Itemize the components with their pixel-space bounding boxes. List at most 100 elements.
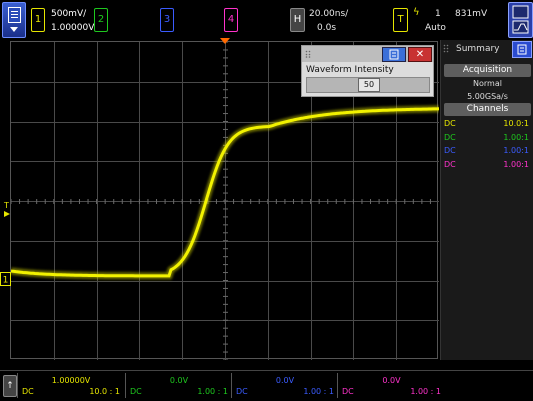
axis-tick: [223, 49, 228, 51]
trigger-mode[interactable]: Auto: [425, 23, 446, 33]
intensity-value[interactable]: 50: [358, 78, 380, 92]
summary-channel-probe: 10.0:1: [503, 119, 529, 128]
summary-menu-button[interactable]: [512, 41, 532, 58]
summary-title: Summary: [456, 44, 500, 54]
axis-tick: [11, 199, 12, 204]
channel-coupling: DC: [22, 387, 34, 396]
channel-probe-ratio: 1.00 : 1: [303, 387, 334, 396]
trigger-level-label: T: [4, 201, 9, 210]
channel-probe-ratio: 10.0 : 1: [89, 387, 120, 396]
acquisition-header[interactable]: Acquisition: [444, 64, 531, 77]
top-status-bar: [0, 0, 533, 40]
axis-tick: [223, 128, 228, 130]
axis-tick: [310, 199, 312, 204]
axis-tick: [181, 199, 183, 204]
channel-1-scale[interactable]: 500mV/: [51, 9, 86, 19]
channel-coupling: DC: [342, 387, 354, 396]
summary-channel-probe: 1.00:1: [503, 132, 529, 142]
axis-tick: [301, 199, 303, 204]
dialog-menu-button[interactable]: [382, 47, 406, 62]
axis-tick: [223, 272, 228, 274]
trigger-source[interactable]: 1: [435, 9, 441, 19]
horizontal-badge[interactable]: H: [290, 8, 305, 32]
axis-tick: [19, 199, 21, 204]
axis-tick: [223, 81, 228, 83]
trigger-level-marker[interactable]: [3, 210, 11, 218]
trigger-badge[interactable]: T: [393, 8, 408, 32]
axis-tick: [44, 199, 46, 204]
axis-tick: [121, 199, 123, 204]
channel-1-ground-marker[interactable]: 1: [0, 272, 11, 286]
channel-1-info-cell[interactable]: 1.00000V DC 10.0 : 1: [17, 373, 124, 398]
axis-tick: [138, 199, 140, 204]
channel-probe-ratio: 1.00 : 1: [410, 387, 441, 396]
channel-4-badge[interactable]: 4: [224, 8, 238, 32]
channel-2-info-cell[interactable]: 0.0V DC 1.00 : 1: [125, 373, 232, 398]
acquisition-mode: Normal: [473, 79, 502, 88]
axis-tick: [233, 199, 235, 204]
axis-tick: [223, 136, 228, 138]
summary-channel-coupling: DC: [444, 132, 456, 142]
channel-offset: 0.0V: [275, 376, 295, 385]
horizontal-delay[interactable]: 0.0s: [317, 23, 336, 33]
axis-tick: [223, 160, 228, 162]
axis-tick: [223, 224, 228, 226]
axis-tick: [156, 199, 158, 204]
axis-tick: [404, 199, 406, 204]
axis-tick: [223, 359, 228, 360]
expand-bottom-button[interactable]: ↑: [3, 375, 17, 397]
axis-tick: [223, 335, 228, 337]
channel-1-badge[interactable]: 1: [31, 8, 45, 32]
trigger-level[interactable]: 831mV: [455, 9, 487, 19]
display-settings-button[interactable]: [508, 2, 533, 38]
channels-header[interactable]: Channels: [444, 103, 531, 116]
chevron-down-icon: [10, 27, 18, 32]
axis-tick: [147, 199, 149, 204]
channel-1-offset[interactable]: 1.00000V: [51, 23, 94, 33]
channel-coupling: DC: [130, 387, 142, 396]
timebase-value[interactable]: 20.00ns/: [309, 9, 348, 19]
axis-tick: [27, 199, 29, 204]
axis-tick: [267, 199, 269, 204]
axis-tick: [173, 199, 175, 204]
axis-tick: [36, 199, 38, 204]
axis-tick: [215, 199, 217, 204]
axis-tick: [223, 184, 228, 186]
sample-rate: 5.00GSa/s: [467, 92, 508, 101]
axis-tick: [223, 168, 228, 170]
axis-tick: [223, 319, 228, 321]
close-button[interactable]: ✕: [408, 47, 432, 62]
drag-handle-icon: [305, 50, 311, 58]
axis-tick: [250, 199, 252, 204]
axis-tick: [87, 199, 89, 204]
summary-panel: Summary Acquisition Normal 5.00GSa/s Cha…: [440, 40, 533, 360]
channel-3-badge[interactable]: 3: [160, 8, 174, 32]
channel-3-info-cell[interactable]: 0.0V DC 1.00 : 1: [231, 373, 338, 398]
axis-tick: [223, 73, 228, 75]
axis-tick: [223, 287, 228, 289]
axis-tick: [352, 199, 354, 204]
axis-tick: [292, 199, 294, 204]
axis-tick: [223, 280, 228, 281]
channel-offset: 0.0V: [169, 376, 189, 385]
channel-4-info-cell[interactable]: 0.0V DC 1.00 : 1: [337, 373, 445, 398]
rising-edge-icon: ϟ: [413, 7, 420, 18]
channel-offset: 1.00000V: [51, 376, 91, 385]
axis-tick: [223, 121, 228, 122]
axis-tick: [361, 199, 363, 204]
axis-tick: [198, 199, 200, 204]
arrow-up-icon: ↑: [6, 381, 14, 391]
channel-2-badge[interactable]: 2: [94, 8, 108, 32]
axis-tick: [284, 199, 286, 204]
main-menu-button[interactable]: [2, 2, 26, 38]
channel-coupling: DC: [236, 387, 248, 396]
waveform-intensity-label: Waveform Intensity: [306, 65, 394, 75]
axis-tick: [223, 105, 228, 107]
axis-tick: [223, 248, 228, 250]
axis-tick: [395, 199, 397, 204]
axis-tick: [223, 303, 228, 305]
axis-tick: [429, 199, 431, 204]
axis-tick: [61, 199, 63, 204]
axis-tick: [412, 199, 414, 204]
axis-tick: [258, 199, 260, 204]
